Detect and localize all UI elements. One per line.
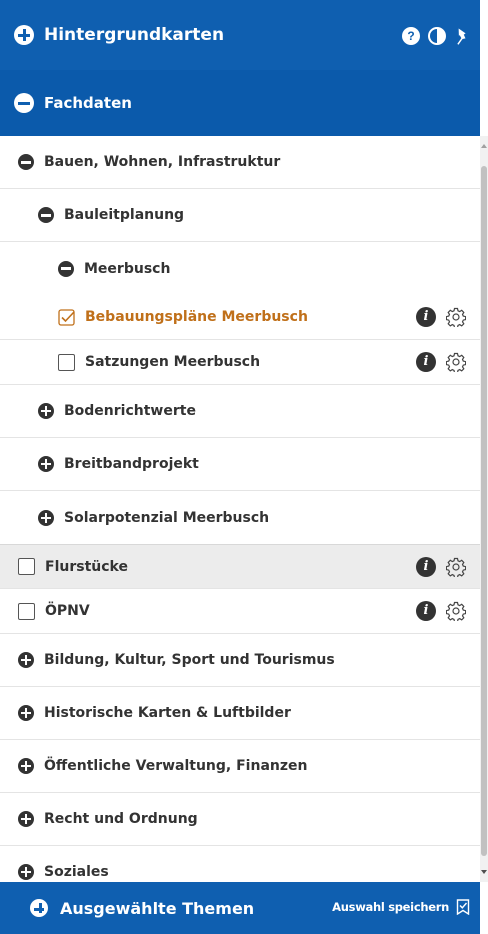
tree-group-label: Bauleitplanung (64, 207, 185, 223)
tree-group-label: Bodenrichtwerte (64, 403, 196, 419)
tree-group-bodenrichtwerte[interactable]: Bodenrichtwerte (0, 385, 480, 438)
expand-plus-icon (30, 899, 48, 917)
checkbox-icon[interactable] (58, 353, 75, 371)
tree-group-solar[interactable]: Solarpotenzial Meerbusch (0, 491, 480, 544)
collapse-minus-icon[interactable] (18, 154, 34, 170)
info-icon[interactable]: i (416, 556, 436, 577)
contrast-icon[interactable] (428, 27, 446, 45)
tree-group-label: Breitbandprojekt (64, 456, 199, 472)
tree-group-breitband[interactable]: Breitbandprojekt (0, 438, 480, 491)
tree-group-label: Öffentliche Verwaltung, Finanzen (44, 758, 308, 774)
fachdaten-title: Fachdaten (44, 94, 132, 112)
expand-plus-icon (14, 25, 34, 45)
collapse-minus-icon[interactable] (38, 207, 54, 223)
expand-plus-icon[interactable] (18, 864, 34, 880)
layer-label: Bebauungspläne Meerbusch (85, 309, 308, 325)
gear-icon[interactable] (446, 352, 466, 372)
tree-group-label: Historische Karten & Luftbilder (44, 705, 291, 721)
expand-plus-icon[interactable] (38, 403, 54, 419)
save-selection-button[interactable]: Auswahl speichern (332, 899, 470, 915)
save-selection-label: Auswahl speichern (332, 900, 449, 914)
tree-group-bauen[interactable]: Bauen, Wohnen, Infrastruktur (0, 136, 480, 189)
tree-group-verwaltung[interactable]: Öffentliche Verwaltung, Finanzen (0, 740, 480, 793)
info-icon[interactable]: i (416, 601, 436, 621)
scrollbar-thumb[interactable] (481, 166, 487, 856)
tree-group-soziales[interactable]: Soziales (0, 846, 480, 882)
layer-tools: i (416, 352, 466, 372)
pin-icon[interactable] (454, 27, 470, 45)
ausgewaehlte-themen-title: Ausgewählte Themen (60, 898, 255, 918)
collapse-minus-icon[interactable] (58, 260, 74, 277)
checkbox-icon[interactable] (18, 602, 35, 620)
header-toolbar: ? (402, 27, 470, 45)
expand-plus-icon[interactable] (18, 811, 34, 827)
tree-group-label: Meerbusch (84, 260, 171, 277)
layer-label: Satzungen Meerbusch (85, 354, 261, 370)
expand-plus-icon[interactable] (18, 705, 34, 721)
gear-icon[interactable] (446, 307, 466, 327)
tree-group-bildung[interactable]: Bildung, Kultur, Sport und Tourismus (0, 634, 480, 687)
tree-group-label: Bildung, Kultur, Sport und Tourismus (44, 652, 335, 668)
gear-icon[interactable] (446, 557, 466, 577)
layer-tools: i (416, 601, 466, 621)
help-icon[interactable]: ? (402, 27, 420, 45)
expand-plus-icon[interactable] (38, 456, 54, 472)
collapse-minus-icon (14, 93, 34, 113)
checkbox-icon[interactable] (18, 558, 35, 575)
expand-plus-icon[interactable] (18, 758, 34, 774)
expand-plus-icon[interactable] (38, 509, 54, 526)
hintergrundkarten-header[interactable]: Hintergrundkarten ? (0, 0, 480, 76)
tree-group-label: Bauen, Wohnen, Infrastruktur (44, 154, 281, 170)
info-icon[interactable]: i (416, 307, 436, 327)
tree-group-bauleitplanung[interactable]: Bauleitplanung (0, 189, 480, 242)
scrollbar[interactable] (480, 136, 488, 882)
hintergrundkarten-title: Hintergrundkarten (44, 25, 225, 45)
layer-bebauungsplaene[interactable]: Bebauungspläne Meerbusch i (0, 295, 480, 340)
tree-group-recht[interactable]: Recht und Ordnung (0, 793, 480, 846)
layer-label: Flurstücke (45, 558, 128, 575)
scroll-down-arrow-icon[interactable] (481, 870, 487, 874)
ausgewaehlte-themen-footer[interactable]: Ausgewählte Themen Auswahl speichern (0, 882, 480, 934)
scroll-up-arrow-icon[interactable] (481, 144, 487, 148)
layer-flurstuecke[interactable]: Flurstücke i (0, 544, 480, 589)
layer-tools: i (416, 307, 466, 327)
tree-group-label: Solarpotenzial Meerbusch (64, 509, 270, 526)
bookmark-check-icon (456, 899, 470, 915)
fachdaten-header[interactable]: Fachdaten (0, 70, 480, 136)
layer-tools: i (416, 556, 466, 577)
tree-group-label: Recht und Ordnung (44, 811, 198, 827)
expand-plus-icon[interactable] (18, 652, 34, 668)
tree-group-historisch[interactable]: Historische Karten & Luftbilder (0, 687, 480, 740)
gear-icon[interactable] (446, 601, 466, 621)
layer-tree[interactable]: Bauen, Wohnen, Infrastruktur Bauleitplan… (0, 136, 480, 882)
tree-group-meerbusch[interactable]: Meerbusch (0, 242, 480, 295)
checkbox-checked-icon[interactable] (58, 308, 75, 326)
info-icon[interactable]: i (416, 352, 436, 372)
tree-group-label: Soziales (44, 864, 109, 880)
layer-oepnv[interactable]: ÖPNV i (0, 589, 480, 634)
layer-satzungen[interactable]: Satzungen Meerbusch i (0, 340, 480, 385)
layer-label: ÖPNV (45, 603, 90, 619)
